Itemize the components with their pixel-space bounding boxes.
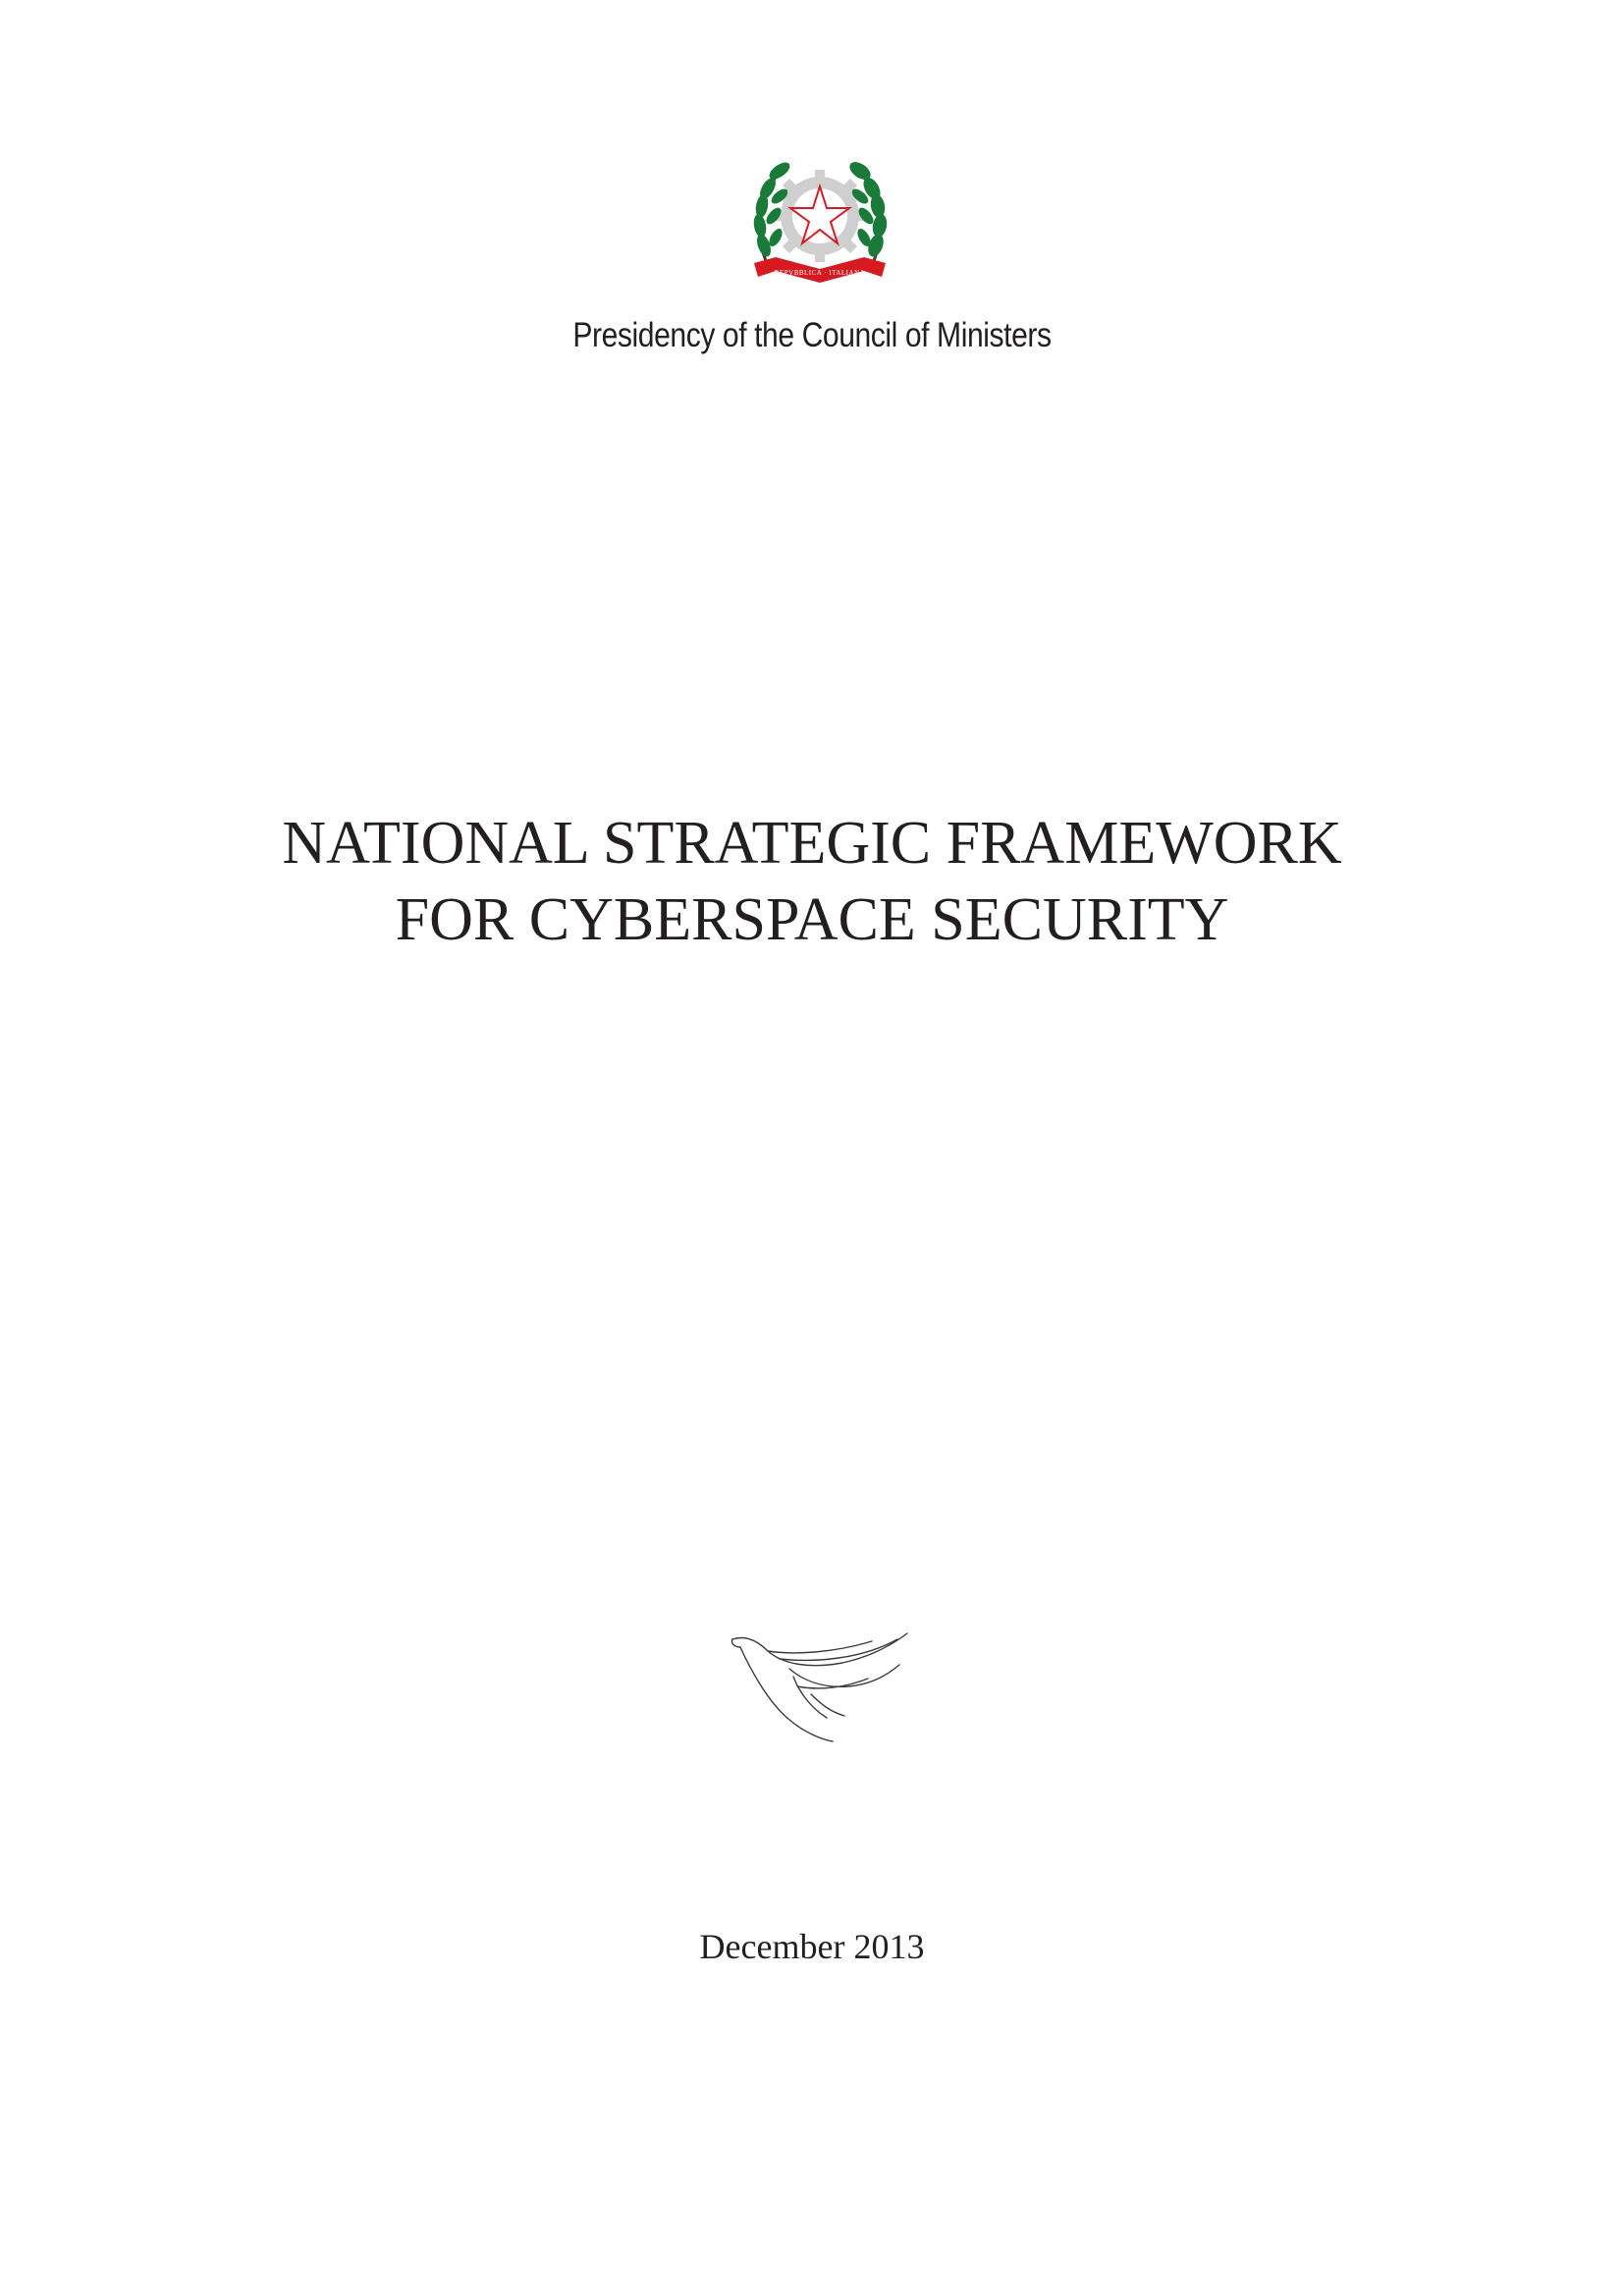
italian-republic-emblem-icon: REPVBBLICA · ITALIANA: [753, 162, 888, 283]
document-title: NATIONAL STRATEGIC FRAMEWORK FOR CYBERSP…: [0, 805, 1624, 958]
dove-line-icon: [731, 1632, 908, 1742]
title-line-2: FOR CYBERSPACE SECURITY: [395, 885, 1229, 953]
title-line-1: NATIONAL STRATEGIC FRAMEWORK: [282, 809, 1342, 877]
issuer-name: Presidency of the Council of Ministers: [572, 316, 1052, 354]
document-cover-page: REPVBBLICA · ITALIANA Presidency of the …: [0, 0, 1624, 2296]
svg-text:REPVBBLICA · ITALIANA: REPVBBLICA · ITALIANA: [775, 269, 865, 277]
publication-date: December 2013: [699, 1927, 925, 1966]
